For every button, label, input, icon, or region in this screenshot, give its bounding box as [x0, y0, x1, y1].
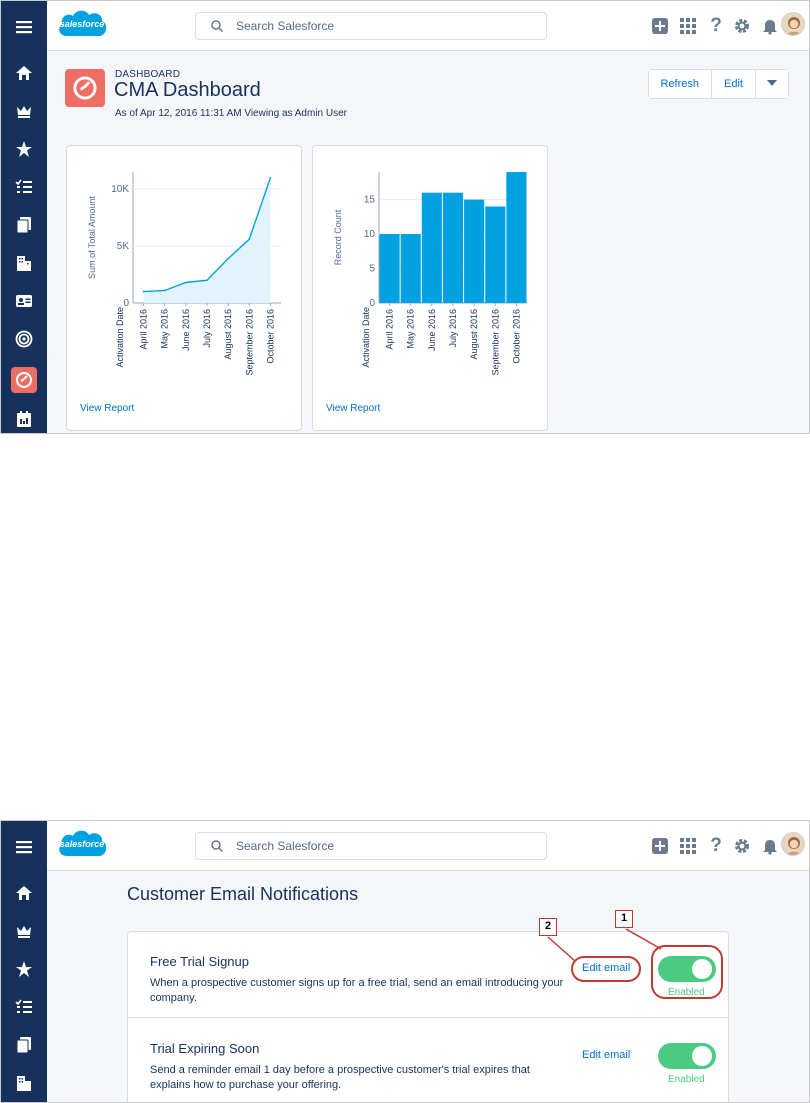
x-tick-label: April 2016 — [139, 309, 149, 350]
y-axis-label: Record Count — [333, 209, 343, 265]
callout-2: 2 — [539, 918, 557, 936]
x-tick-label: August 2016 — [469, 309, 479, 360]
dashboard-icon — [65, 69, 105, 107]
x-tick-label: June 2016 — [427, 309, 437, 351]
view-report-link[interactable]: View Report — [326, 403, 380, 414]
chart-card-total-amount: 0 5K 10K Sum of Total Amount Activation Date… — [66, 145, 302, 431]
calendar-icon[interactable] — [9, 404, 39, 433]
dashboard-icon[interactable] — [11, 367, 37, 393]
building-icon[interactable] — [9, 248, 39, 278]
area-fill — [143, 177, 271, 303]
callout-lines — [547, 928, 662, 962]
header-actions: ? — [609, 12, 809, 39]
x-tick-label: October 2016 — [511, 309, 521, 364]
bar — [485, 206, 506, 303]
search-icon — [211, 20, 224, 33]
menu-icon[interactable] — [9, 12, 39, 42]
chevron-down-icon — [767, 80, 777, 86]
x-tick-label: July 2016 — [448, 309, 458, 348]
target-icon[interactable] — [9, 324, 39, 354]
data-point — [248, 238, 251, 241]
star-icon[interactable] — [9, 134, 39, 164]
bar — [421, 192, 442, 303]
x-tick-label: August 2016 — [223, 309, 233, 360]
callout-1: 1 — [615, 910, 633, 928]
x-axis-label: Activation Date — [361, 307, 371, 368]
top-bar: salesforce ? — [47, 1, 809, 51]
x-tick-label: April 2016 — [385, 309, 395, 350]
dashboard-actions: Refresh Edit — [647, 69, 789, 99]
bar — [442, 192, 464, 303]
page-title: CMA Dashboard — [114, 79, 261, 101]
notifications-screenshot: salesforce ? Customer Email Notification… — [0, 820, 810, 1103]
data-point — [185, 281, 187, 284]
x-tick-label: July 2016 — [202, 309, 212, 348]
help-icon[interactable]: ? — [705, 13, 727, 39]
x-tick-label: September 2016 — [244, 309, 254, 376]
app-launcher-icon[interactable] — [677, 13, 699, 39]
side-nav — [1, 1, 47, 433]
home-icon[interactable] — [9, 58, 39, 88]
x-tick-label: October 2016 — [265, 309, 275, 364]
x-tick-label: September 2016 — [490, 309, 500, 376]
refresh-button[interactable]: Refresh — [648, 70, 713, 98]
data-point — [142, 290, 145, 293]
y-tick-label: 15 — [364, 195, 376, 206]
files-icon[interactable] — [9, 210, 39, 240]
y-axis-label: Sum of Total Amount — [87, 196, 97, 279]
avatar[interactable] — [781, 12, 805, 36]
dashboard-subtitle: As of Apr 12, 2016 11:31 AM Viewing as A… — [115, 108, 347, 119]
dashboard-screenshot: salesforce ? DASHBOARD CMA Dashboard As … — [0, 0, 810, 434]
data-point — [163, 289, 166, 292]
y-tick-label: 10 — [364, 229, 376, 240]
dashboard-header: DASHBOARD CMA Dashboard As of Apr 12, 20… — [47, 51, 809, 131]
edit-button[interactable]: Edit — [712, 70, 756, 98]
view-report-link[interactable]: View Report — [80, 403, 134, 414]
salesforce-logo[interactable]: salesforce — [55, 6, 109, 44]
bar — [506, 172, 527, 303]
search-input[interactable] — [236, 17, 536, 35]
x-tick-label: June 2016 — [181, 309, 191, 351]
x-tick-label: May 2016 — [406, 309, 416, 349]
contact-card-icon[interactable] — [9, 286, 39, 316]
data-point — [206, 279, 208, 282]
bar — [400, 234, 421, 303]
setup-gear-icon[interactable] — [731, 13, 753, 39]
y-tick-label: 5K — [117, 241, 130, 252]
x-tick-label: May 2016 — [160, 309, 170, 349]
bell-icon[interactable] — [759, 13, 781, 39]
bar-chart: 051015Record CountActivation Date April 2… — [333, 172, 527, 376]
crown-icon[interactable] — [9, 96, 39, 126]
y-tick-label: 5 — [369, 264, 375, 275]
add-icon[interactable] — [649, 13, 671, 39]
x-axis-label: Activation Date — [115, 307, 125, 368]
task-list-icon[interactable] — [9, 172, 39, 202]
data-point — [227, 257, 229, 260]
global-search — [195, 12, 547, 40]
chart-card-record-count: 0 5 10 15 Record Count Activation Date April 2… — [312, 145, 548, 431]
bar — [464, 199, 485, 303]
data-point — [269, 176, 272, 179]
more-actions-button[interactable] — [756, 70, 788, 98]
bar — [379, 234, 400, 303]
y-tick-label: 10K — [111, 184, 129, 195]
area-chart: 05K10KSum of Total AmountActivation Date… — [87, 172, 281, 376]
